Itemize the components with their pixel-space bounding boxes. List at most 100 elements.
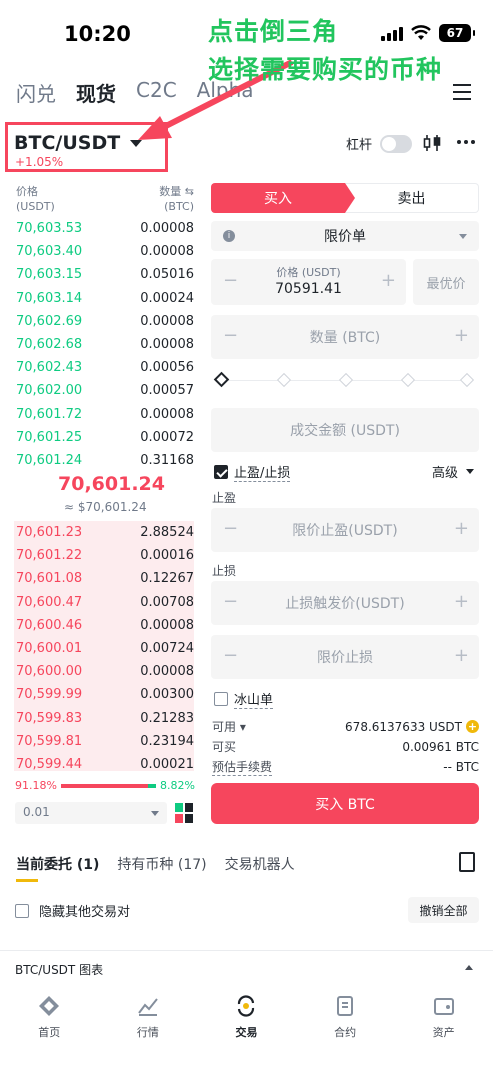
nav-futures[interactable]: 合约 [296,990,395,1050]
orderbook-row[interactable]: 70,599.83 0.21283 [0,707,200,730]
sl-limit-increase-button[interactable]: + [454,645,469,666]
orderbook-row[interactable]: 70,601.72 0.00008 [0,403,200,426]
more-icon[interactable] [457,140,475,144]
orderbook-row[interactable]: 70,600.01 0.00724 [0,637,200,660]
sl-limit-decrease-button[interactable]: − [223,645,238,666]
orderbook-price: 70,601.22 [16,548,83,564]
orderbook-row[interactable]: 70,601.25 0.00072 [0,426,200,449]
buy-sell-tabs: 买入 卖出 [211,183,479,213]
hide-pairs-checkbox[interactable] [15,903,29,918]
add-funds-icon[interactable]: + [466,720,479,733]
orderbook-price: 70,601.72 [16,406,83,422]
tick-size-select[interactable]: 0.01 [15,802,167,824]
orderbook-price: 70,599.44 [16,756,83,772]
advanced-label: 高级 [432,466,459,481]
orderbook-qty: 0.00300 [140,687,194,703]
info-icon[interactable]: i [223,230,235,242]
orderbook-row[interactable]: 70,603.40 0.00008 [0,240,200,263]
orderbook-row[interactable]: 70,601.22 0.00016 [0,544,200,567]
tab-convert[interactable]: 闪兑 [16,78,56,107]
price-input[interactable]: − 价格 (USDT) 70591.41 + [211,259,406,305]
orderbook-qty: 0.00008 [140,313,194,329]
sl-trigger-increase-button[interactable]: + [454,591,469,612]
sell-tab[interactable]: 卖出 [345,183,479,213]
slider-knob-0[interactable] [213,371,230,388]
tp-decrease-button[interactable]: − [223,518,238,539]
slider-knob-100[interactable] [459,372,475,388]
orderbook-row[interactable]: 70,600.47 0.00708 [0,591,200,614]
tpsl-toggle[interactable]: 止盈/止损 [214,462,291,482]
tp-placeholder: 限价止盈(USDT) [292,523,398,539]
nav-label: 首页 [38,1026,61,1039]
orderbook-qty-label[interactable]: 数量 ⇆ [159,184,194,199]
order-history-icon[interactable] [459,852,475,872]
tp-increase-button[interactable]: + [454,518,469,539]
order-type-select[interactable]: i 限价单 [211,221,479,251]
nav-markets[interactable]: 行情 [99,990,198,1050]
quantity-input[interactable]: − 数量 (BTC) + [211,315,479,359]
price-input-value[interactable]: 70591.41 [211,281,406,297]
available-label[interactable]: 可用 ▾ [212,718,246,735]
annotation-text-2: 选择需要购买的币种 [208,55,443,84]
quantity-decrease-button[interactable]: − [223,325,238,346]
orderbook-row[interactable]: 70,599.81 0.23194 [0,730,200,753]
cancel-all-button[interactable]: 撤销全部 [408,897,479,923]
nav-label: 资产 [432,1026,455,1039]
nav-trade[interactable]: 交易 [197,990,296,1050]
candlestick-chart-icon[interactable] [422,133,442,153]
tab-open-orders[interactable]: 当前委托 (1) [16,854,99,882]
slider-knob-50[interactable] [338,372,354,388]
total-input[interactable]: 成交金额 (USDT) [211,408,479,452]
orderbook-row[interactable]: 70,603.14 0.00024 [0,287,200,310]
best-price-button[interactable]: 最优价 [413,259,479,305]
hide-pairs-label: 隐藏其他交易对 [39,905,131,920]
orderbook-row[interactable]: 70,601.23 2.88524 [0,521,200,544]
menu-icon[interactable] [453,84,471,100]
amount-slider[interactable] [213,371,475,388]
orderbook-row[interactable]: 70,600.46 0.00008 [0,614,200,637]
iceberg-checkbox[interactable] [214,692,228,706]
orderbook-row[interactable]: 70,601.24 0.31168 [0,449,200,472]
take-profit-input[interactable]: − 限价止盈(USDT) + [211,508,479,552]
orderbook-row[interactable]: 70,599.99 0.00300 [0,683,200,706]
orderbook-row[interactable]: 70,602.69 0.00008 [0,310,200,333]
nav-assets[interactable]: 资产 [394,990,493,1050]
quantity-placeholder: 数量 (BTC) [309,330,381,346]
orderbook-row[interactable]: 70,602.43 0.00056 [0,356,200,379]
orderbook-row[interactable]: 70,602.68 0.00008 [0,333,200,356]
orderbook-row[interactable]: 70,603.53 0.00008 [0,217,200,240]
slider-knob-25[interactable] [276,372,292,388]
tab-trading-bots[interactable]: 交易机器人 [225,854,295,874]
sl-trigger-decrease-button[interactable]: − [223,591,238,612]
home-icon [39,996,60,1016]
buy-tab[interactable]: 买入 [211,183,355,213]
advanced-select[interactable]: 高级 [432,462,475,481]
orderbook-qty: 0.00008 [140,336,194,352]
stop-loss-limit-input[interactable]: − 限价止损 + [211,635,479,679]
slider-knob-75[interactable] [400,372,416,388]
tab-c2c[interactable]: C2C [136,78,177,107]
orderbook-row[interactable]: 70,602.00 0.00057 [0,379,200,402]
nav-home[interactable]: 首页 [0,990,99,1050]
orderbook-qty: 0.23194 [140,733,194,749]
orderbook-row[interactable]: 70,603.15 0.05016 [0,263,200,286]
price-input-label: 价格 (USDT) [276,266,341,279]
stop-loss-trigger-input[interactable]: − 止损触发价(USDT) + [211,581,479,625]
tpsl-checkbox[interactable] [214,465,228,479]
iceberg-toggle[interactable]: 冰山单 [214,689,274,709]
orderbook-price: 70,603.14 [16,290,83,306]
orderbook-qty: 0.00008 [140,664,194,680]
orderbook-qty: 0.21283 [140,710,194,726]
orderbook-row[interactable]: 70,600.00 0.00008 [0,660,200,683]
leverage-toggle[interactable] [380,134,413,153]
tab-holdings[interactable]: 持有币种 (17) [117,854,206,874]
quantity-increase-button[interactable]: + [454,325,469,346]
orderbook-layout-icon[interactable] [175,803,193,823]
price-increase-button[interactable]: + [381,270,396,291]
orderbook-row[interactable]: 70,599.44 0.00021 [0,753,200,776]
buy-submit-button[interactable]: 买入 BTC [211,783,479,824]
chart-expand-bar[interactable]: BTC/USDT 图表 [15,961,477,978]
tab-spot[interactable]: 现货 [76,78,116,107]
hide-other-pairs-toggle[interactable]: 隐藏其他交易对 [15,901,130,920]
orderbook-row[interactable]: 70,601.08 0.12267 [0,567,200,590]
